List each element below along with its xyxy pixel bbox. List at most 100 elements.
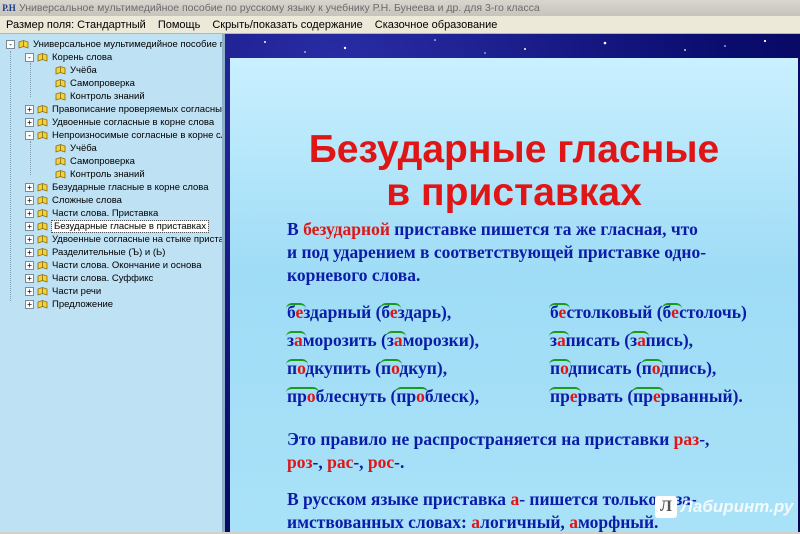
example-word: бестолковый (бестолочь)	[550, 302, 747, 323]
expand-icon[interactable]: +	[25, 118, 34, 127]
prefix-arc	[629, 331, 649, 338]
tree-guide	[30, 141, 31, 175]
lesson-slide: Безударные гласные в приставках В безуда…	[230, 58, 798, 532]
prefix-arc	[286, 359, 309, 366]
example-text: дписать (п	[568, 358, 652, 378]
expand-icon[interactable]: +	[25, 196, 34, 205]
collapse-icon[interactable]: -	[6, 40, 15, 49]
slide-frame: Безударные гласные в приставках В безуда…	[225, 34, 800, 532]
tree-item-label: Самопроверка	[70, 156, 135, 167]
expand-icon[interactable]: +	[25, 248, 34, 257]
book-icon	[55, 66, 66, 75]
prefix-arc	[286, 387, 319, 394]
tree-item[interactable]: Учёба	[45, 142, 97, 155]
example-text: рванный).	[660, 386, 743, 406]
prefix-arc	[549, 387, 581, 394]
menu-field-size[interactable]: Размер поля: Стандартный	[0, 19, 152, 31]
expand-icon[interactable]: +	[25, 274, 34, 283]
book-icon	[37, 209, 48, 218]
expand-icon[interactable]: +	[25, 261, 34, 270]
tree-item[interactable]: + Части слова. Суффикс	[25, 272, 153, 285]
collapse-icon[interactable]: -	[25, 53, 34, 62]
example-text: блеск),	[424, 386, 480, 406]
book-icon	[55, 79, 66, 88]
tree-item[interactable]: + Части слова. Окончание и основа	[25, 259, 201, 272]
tree-item-label: Части слова. Приставка	[52, 208, 159, 219]
tree-item-label: Безударные гласные в приставках	[50, 220, 210, 233]
book-icon	[37, 274, 48, 283]
menu-help[interactable]: Помощь	[152, 19, 207, 31]
expand-icon[interactable]: +	[25, 287, 34, 296]
window-titlebar: Р.Н Универсальное мультимедийное пособие…	[0, 0, 800, 16]
example-text: дпись),	[660, 358, 717, 378]
tree-item[interactable]: - Корень слова	[25, 51, 112, 64]
tree-item-label: Учёба	[70, 143, 97, 154]
book-icon	[37, 53, 48, 62]
book-icon	[37, 300, 48, 309]
collapse-icon[interactable]: -	[25, 131, 34, 140]
prefix-arc	[549, 359, 572, 366]
book-icon	[18, 40, 29, 49]
tree-item-label: Учёба	[70, 65, 97, 76]
example-word: подкупить (подкуп),	[287, 358, 447, 379]
book-icon	[55, 144, 66, 153]
example-word: подписать (подпись),	[550, 358, 716, 379]
expand-icon[interactable]: +	[25, 105, 34, 114]
book-icon	[37, 118, 48, 127]
expand-icon[interactable]: +	[25, 209, 34, 218]
tree-item-label: Контроль знаний	[70, 91, 145, 102]
tree-item[interactable]: + Безударные гласные в приставках	[25, 220, 210, 233]
example-text: дкуп),	[399, 358, 448, 378]
tree-item[interactable]: Самопроверка	[45, 155, 135, 168]
tree-item[interactable]: + Удвоенные согласные в корне слова	[25, 116, 214, 129]
book-icon	[37, 183, 48, 192]
rule-paragraph: В безударной приставке пишется та же гла…	[287, 219, 707, 285]
tree-item-label: Безударные гласные в корне слова	[52, 182, 209, 193]
book-icon	[37, 105, 48, 114]
tree-item[interactable]: + Сложные слова	[25, 194, 122, 207]
book-icon	[55, 92, 66, 101]
tree-item[interactable]: + Правописание проверяемых согласных в	[25, 103, 225, 116]
window-title: Универсальное мультимедийное пособие по …	[19, 2, 540, 14]
watermark: Л Лабиринт.ру	[655, 496, 793, 518]
book-icon	[37, 222, 48, 231]
exception-paragraph: Это правило не распространяется на прист…	[287, 429, 710, 472]
example-word: бездарный (бездарь),	[287, 302, 451, 323]
tree-item[interactable]: Самопроверка	[45, 77, 135, 90]
book-icon	[37, 131, 48, 140]
tree-item-label: Разделительные (Ъ) и (Ь)	[52, 247, 166, 258]
expand-icon[interactable]: +	[25, 183, 34, 192]
prefix-arc	[395, 387, 428, 394]
slide-title-line1: Безударные гласные	[308, 128, 720, 171]
tree-item[interactable]: + Части речи	[25, 285, 101, 298]
example-word: записать (запись),	[550, 330, 693, 351]
tree-item[interactable]: - Универсальное мультимедийное пособие по	[6, 38, 222, 51]
example-word: заморозить (заморозки),	[287, 330, 479, 351]
tree-item[interactable]: - Непроизносимые согласные в корне сло	[25, 129, 225, 142]
tree-item-label: Корень слова	[52, 52, 113, 63]
tree-item[interactable]: + Предложение	[25, 298, 113, 311]
book-icon	[37, 287, 48, 296]
tree-item[interactable]: + Разделительные (Ъ) и (Ь)	[25, 246, 165, 259]
tree-item[interactable]: Контроль знаний	[45, 168, 145, 181]
menu-toggle-contents[interactable]: Скрыть/показать содержание	[206, 19, 368, 31]
prefix-arc	[640, 359, 664, 366]
expand-icon[interactable]: +	[25, 222, 34, 231]
book-icon	[55, 170, 66, 179]
prefix-arc	[385, 331, 406, 338]
tree-item[interactable]: + Части слова. Приставка	[25, 207, 158, 220]
menu-fairy-education[interactable]: Сказочное образование	[369, 19, 504, 31]
expand-icon[interactable]: +	[25, 300, 34, 309]
example-text: морозить (з	[302, 330, 394, 350]
tree-item[interactable]: Контроль знаний	[45, 90, 145, 103]
tree-item[interactable]: + Удвоенные согласные на стыке приставк	[25, 233, 222, 246]
tree-item-label: Непроизносимые согласные в корне сло	[52, 130, 225, 141]
contents-tree: - Универсальное мультимедийное пособие по…	[0, 34, 225, 532]
expand-icon[interactable]: +	[25, 235, 34, 244]
menu-bar: Размер поля: Стандартный Помощь Скрыть/п…	[0, 16, 800, 34]
tree-item-label: Части слова. Суффикс	[52, 273, 154, 284]
tree-guide	[30, 63, 31, 97]
tree-item-label: Правописание проверяемых согласных в	[52, 104, 225, 115]
tree-item[interactable]: Учёба	[45, 64, 97, 77]
tree-item[interactable]: + Безударные гласные в корне слова	[25, 181, 209, 194]
